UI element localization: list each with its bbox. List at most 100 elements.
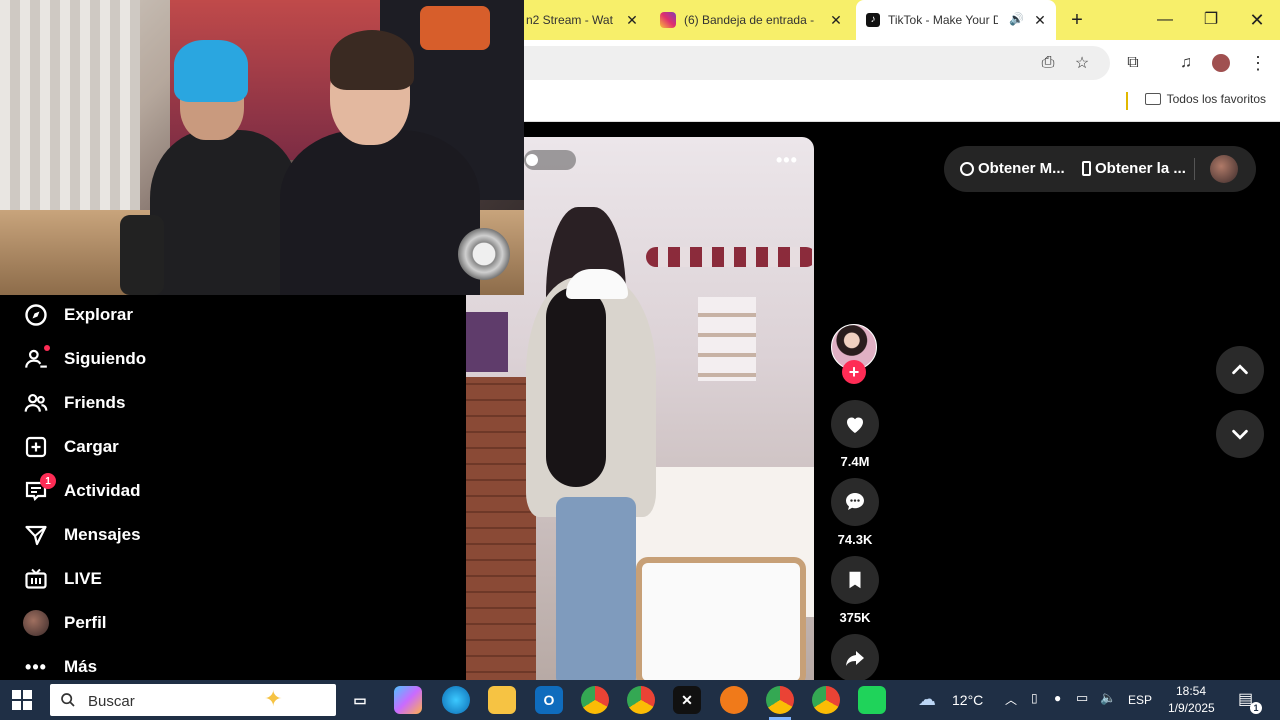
bookmark-icon [849,571,861,589]
clock-time[interactable]: 18:54 [1176,684,1206,698]
get-desktop-app-label: Obtener M... [978,160,1065,177]
sidebar-item-friends[interactable]: Friends [22,385,125,421]
chrome-icon[interactable] [581,686,609,714]
search-icon [61,693,75,707]
search-label: Buscar [88,693,135,710]
tab-tiktok[interactable]: ♪ TikTok - Make Your D 🔊 ✕ [856,0,1056,40]
sidebar-item-live[interactable]: LIVE [22,561,102,597]
sidebar-item-actividad[interactable]: 1 Actividad [22,473,141,509]
star-icon[interactable]: ☆ [1070,51,1094,75]
close-icon[interactable]: ✕ [828,12,844,28]
chevron-down-icon [1232,429,1248,440]
task-view-icon[interactable]: ▭ [346,686,374,714]
weather-temp[interactable]: 12°C [952,692,983,708]
profile-icon[interactable] [1209,51,1233,75]
more-icon: ••• [25,656,47,677]
more-options-icon[interactable]: ••• [776,150,798,171]
volume-slider[interactable] [524,150,576,170]
chrome-profile-icon[interactable] [766,686,794,714]
sidebar-item-label: Friends [64,393,126,412]
jeans [556,497,636,680]
chevron-up-icon [1232,364,1248,375]
close-icon[interactable]: ✕ [624,12,640,28]
follow-button[interactable]: + [842,360,866,384]
sidebar-item-cargar[interactable]: Cargar [22,429,119,465]
close-icon[interactable]: ✕ [1032,12,1048,28]
language-indicator[interactable]: ESP [1128,693,1152,707]
chrome-alt-icon[interactable] [627,686,655,714]
sidebar-item-explorar[interactable]: Explorar [22,297,133,333]
compass-icon [22,301,50,329]
webcam-badge-icon [458,228,510,280]
folder-icon [1144,93,1161,105]
clock-date[interactable]: 1/9/2025 [1168,701,1215,715]
outlook-icon[interactable]: O [535,686,563,714]
notification-count: 1 [1250,702,1262,714]
following-icon [22,345,50,373]
share-button[interactable] [831,634,879,682]
tiktok-icon: ♪ [866,13,880,27]
comment-button[interactable] [831,478,879,526]
tab-instagram-label: (6) Bandeja de entrada - [684,13,815,27]
window-close-button[interactable]: ✕ [1242,8,1272,32]
file-explorer-icon[interactable] [488,686,516,714]
messages-icon [22,521,50,549]
fl-studio-icon[interactable] [720,686,748,714]
streaming-app-icon[interactable] [858,686,886,714]
menu-icon[interactable]: ⋮ [1246,51,1270,75]
get-desktop-app-chip[interactable]: Obtener M... [960,160,1065,177]
cloud-icon[interactable]: ☁ [918,689,936,710]
edge-icon[interactable] [442,686,470,714]
streamer-1 [150,40,300,295]
share-icon [846,651,864,666]
chrome-profile2-icon[interactable] [812,686,840,714]
next-video-button[interactable] [1216,410,1264,458]
sidebar-item-perfil[interactable]: Perfil [22,605,107,641]
bookmarks-separator [1126,92,1128,110]
address-bar[interactable]: ⎙ ☆ [524,46,1110,80]
activity-badge: 1 [40,473,56,489]
tab-stream[interactable]: n2 Stream - Wat ✕ [524,0,648,40]
windows-start-icon[interactable] [12,690,32,710]
save-count: 375K [839,610,871,625]
sidebar-item-label: Perfil [64,613,107,632]
all-favorites-button[interactable]: Todos los favoritos [1144,92,1266,106]
save-button[interactable] [831,556,879,604]
copilot-icon[interactable] [394,686,422,714]
friends-icon [22,389,50,417]
restore-button[interactable]: ❐ [1196,8,1226,32]
all-favorites-label: Todos los favoritos [1166,92,1266,106]
install-app-icon[interactable]: ⎙ [1036,51,1060,75]
taskbar-search[interactable]: Buscar ✦ [50,684,336,716]
mic-icon[interactable]: ● [1054,691,1061,705]
new-tab-button[interactable]: + [1062,8,1092,32]
previous-video-button[interactable] [1216,346,1264,394]
network-icon[interactable]: ▭ [1076,690,1088,706]
tray-chevron-up-icon[interactable]: ︿ [1005,691,1017,708]
nail-polish-shelf [698,297,756,381]
windows-taskbar: Buscar ✦ ▭ O ✕ ☁ 12°C ︿ ▯ ● ▭ 🔈 ESP 18:5… [0,680,1280,720]
user-avatar[interactable] [1210,155,1238,183]
live-tv-icon [22,565,50,593]
get-mobile-app-chip[interactable]: Obtener la ... [1082,160,1186,177]
like-button[interactable] [831,400,879,448]
webcam-overlay [0,0,524,295]
volume-knob[interactable] [526,154,538,166]
like-count: 7.4M [840,454,870,469]
battery-icon[interactable]: ▯ [1031,691,1038,705]
chair [636,557,806,680]
speaker-icon[interactable]: 🔊 [1009,12,1024,26]
activity-icon: 1 [22,473,56,505]
sidebar-item-mensajes[interactable]: Mensajes [22,517,141,553]
minimize-button[interactable]: — [1150,8,1180,32]
streamer-2 [280,10,480,295]
microphone [120,215,164,295]
tab-instagram[interactable]: (6) Bandeja de entrada - ✕ [652,0,852,40]
sidebar-item-label: Explorar [64,305,133,324]
volume-icon[interactable]: 🔈 [1100,690,1116,706]
sidebar-item-siguiendo[interactable]: Siguiendo [22,341,146,377]
person-hair [546,287,606,487]
extensions-icon[interactable]: ⧉ [1121,51,1145,75]
media-control-icon[interactable]: ♫ [1174,51,1198,75]
capcut-icon[interactable]: ✕ [673,686,701,714]
